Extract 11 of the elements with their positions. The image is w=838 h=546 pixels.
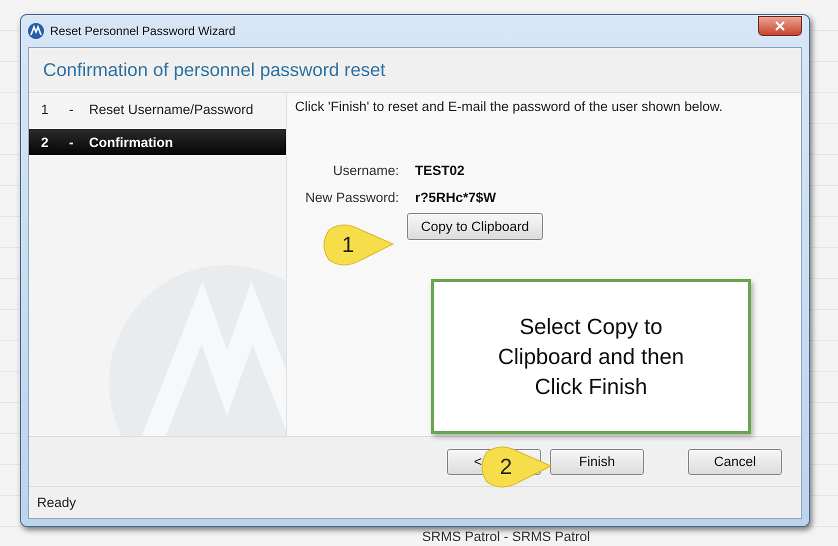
background-text: SRMS Patrol - SRMS Patrol bbox=[422, 529, 592, 544]
field-label: Username: bbox=[332, 163, 399, 178]
field-label: New Password: bbox=[304, 190, 399, 205]
instruction-note: Select Copy to Clipboard and then Click Finish bbox=[431, 279, 751, 434]
field-value: TEST02 bbox=[415, 163, 466, 178]
window-title: Reset Personnel Password Wizard bbox=[50, 24, 236, 38]
status-text: Ready bbox=[37, 495, 76, 510]
page-heading: Confirmation of personnel password reset bbox=[43, 59, 386, 81]
field-value: r?5RHc*7$W bbox=[415, 190, 498, 205]
instruction-text: Click 'Finish' to reset and E-mail the password of the user shown below. bbox=[295, 99, 724, 114]
callout-tooltip: 1 bbox=[321, 222, 395, 268]
